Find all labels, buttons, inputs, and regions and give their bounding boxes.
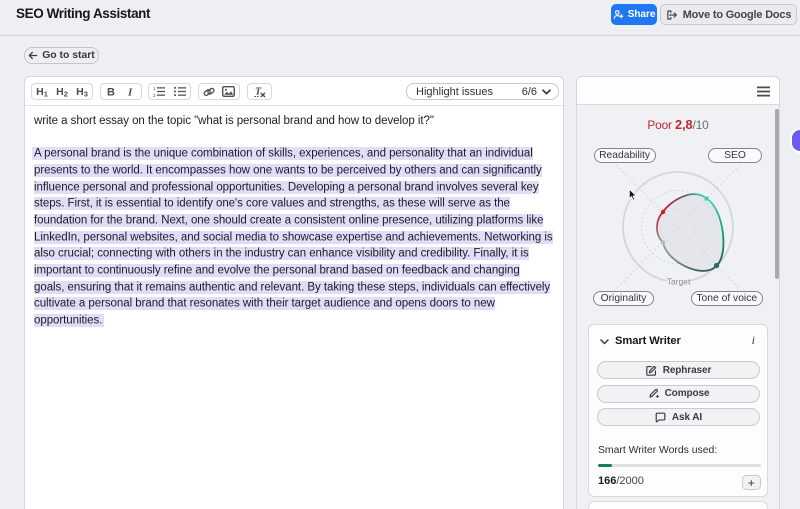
svg-text:B: B: [107, 87, 115, 98]
svg-text:Target: Target: [667, 277, 691, 287]
svg-text:T: T: [255, 86, 262, 97]
svg-text:2: 2: [153, 93, 156, 97]
svg-text:I: I: [128, 87, 133, 98]
svg-text:1: 1: [153, 86, 156, 91]
